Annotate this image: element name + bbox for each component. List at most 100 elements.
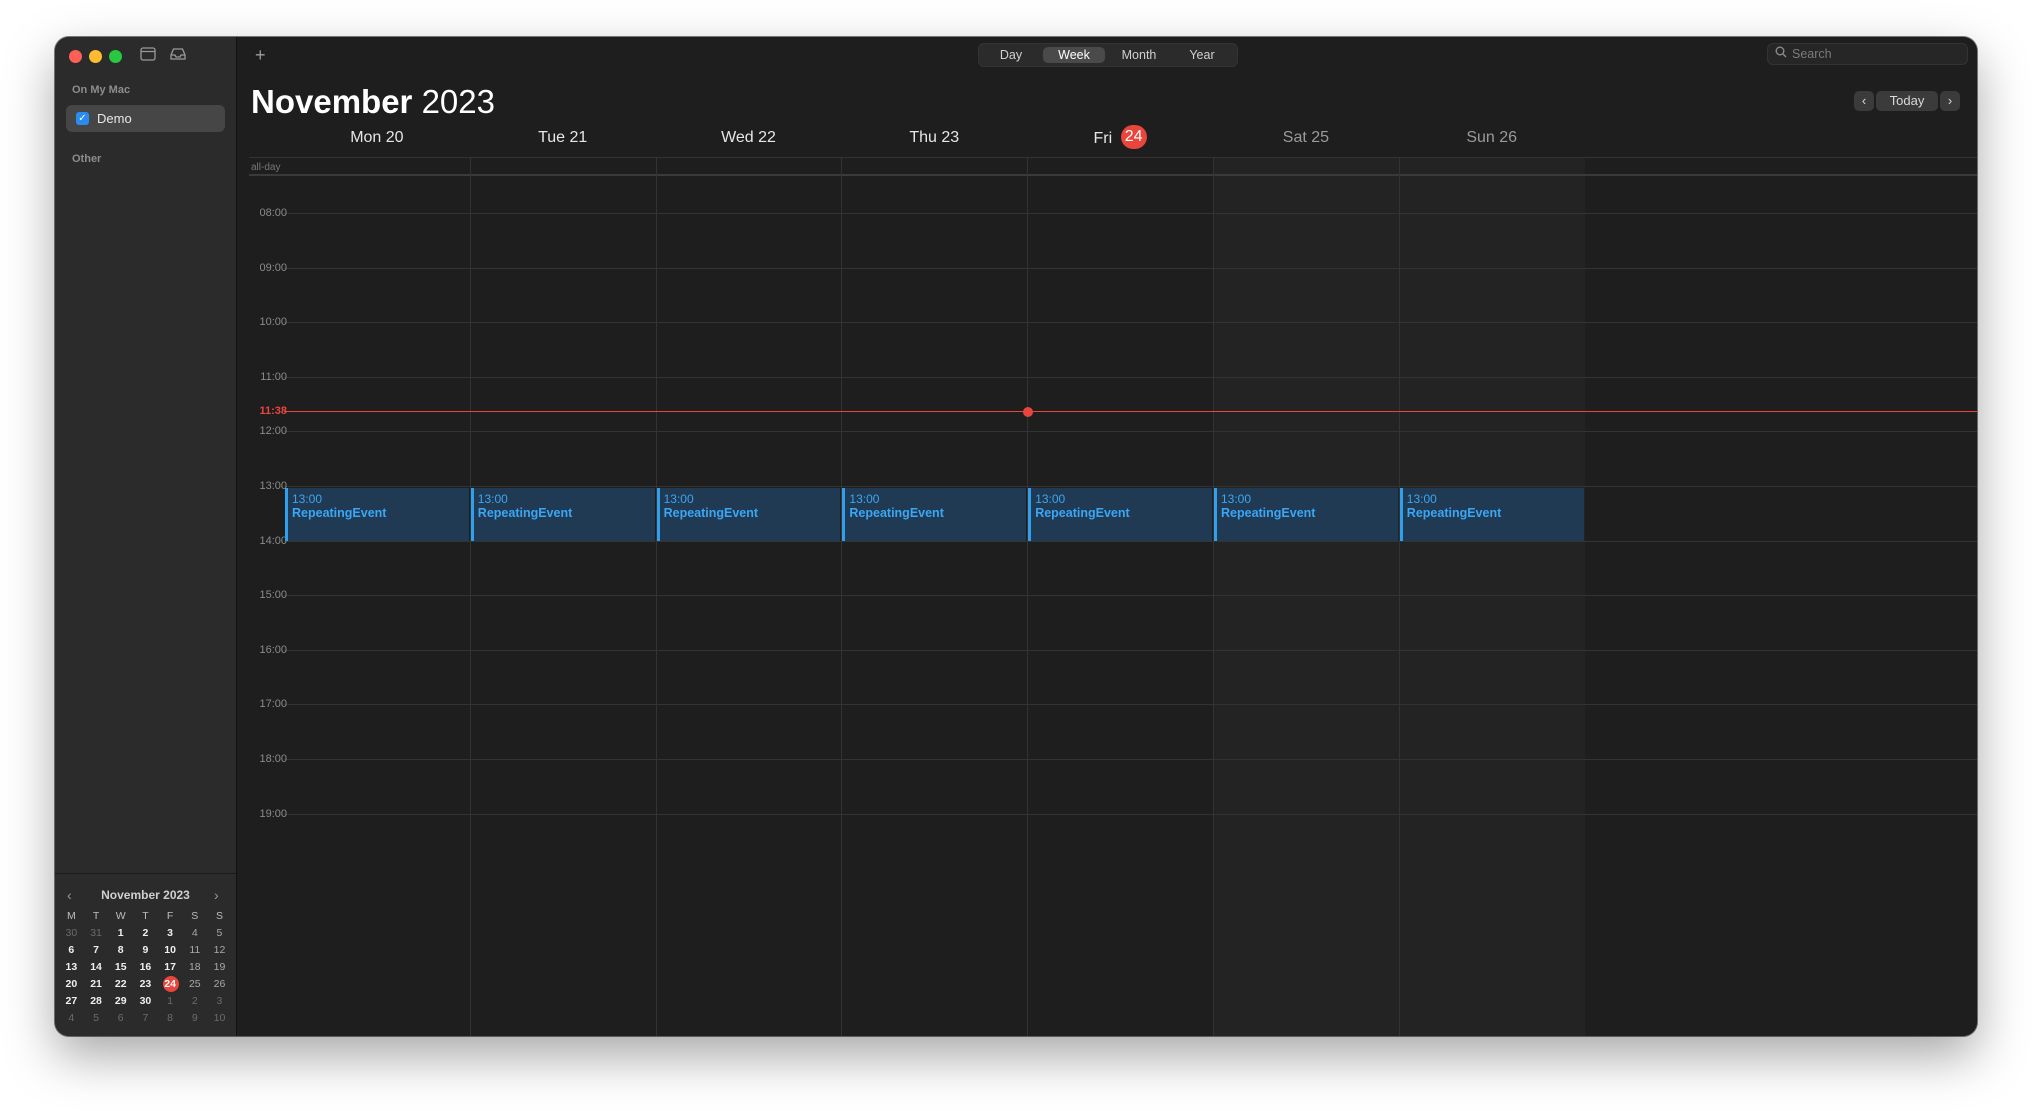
sidebar-divider: [55, 873, 236, 874]
day-header-mon[interactable]: Mon 20: [284, 129, 470, 149]
calendar-event[interactable]: 13:00 RepeatingEvent: [842, 488, 1027, 541]
mini-calendar-weekday: T: [142, 910, 149, 922]
close-window-button[interactable]: [69, 50, 82, 63]
week-grid[interactable]: 08:00 09:00 10:00 11:00 12:00 13:00 14:00 15:00…: [237, 157, 1977, 1036]
mini-calendar-day[interactable]: 6: [108, 1010, 133, 1027]
mini-calendar-next-icon[interactable]: ›: [214, 887, 219, 903]
hour-label: 09:00: [259, 261, 287, 274]
day-header-fri[interactable]: Fri 24: [1027, 125, 1213, 149]
day-header-thu[interactable]: Thu 23: [841, 129, 1027, 149]
mini-calendar-day[interactable]: 10: [207, 1010, 232, 1027]
mini-calendar-day[interactable]: 18: [182, 959, 207, 976]
mini-calendar-day[interactable]: 15: [108, 959, 133, 976]
current-time-line: [284, 411, 1977, 413]
day-header-date: 20: [385, 129, 404, 146]
day-header-sat[interactable]: Sat 25: [1213, 129, 1399, 149]
all-day-divider: [249, 174, 1977, 176]
mini-calendar-day[interactable]: 22: [108, 976, 133, 993]
mini-calendar-day[interactable]: 11: [182, 942, 207, 959]
event-time: 13:00: [477, 492, 508, 506]
chevron-right-icon[interactable]: ›: [1940, 91, 1960, 111]
mini-calendar-day[interactable]: 20: [59, 976, 84, 993]
mini-calendar-day[interactable]: 7: [84, 942, 109, 959]
calendar-checkbox[interactable]: ✓: [76, 112, 89, 125]
mini-calendar-day[interactable]: 5: [84, 1010, 109, 1027]
mini-calendar-day[interactable]: 7: [133, 1010, 158, 1027]
mini-calendar-day[interactable]: 14: [84, 959, 109, 976]
mini-calendar-day[interactable]: 16: [133, 959, 158, 976]
mini-calendar-day[interactable]: 31: [84, 925, 109, 942]
day-header-sun[interactable]: Sun 26: [1399, 129, 1585, 149]
mini-calendar-day[interactable]: 13: [59, 959, 84, 976]
mini-calendar-day[interactable]: 1: [108, 925, 133, 942]
day-header-wed[interactable]: Wed 22: [656, 129, 842, 149]
hour-gridline: [284, 595, 1977, 597]
mini-calendar-day[interactable]: 30: [133, 993, 158, 1010]
mini-calendar-day[interactable]: 29: [108, 993, 133, 1010]
main-view: + Day Week Month Year November 2023 ‹ To…: [237, 37, 1977, 1036]
sidebar-item-demo[interactable]: ✓ Demo: [66, 105, 225, 132]
calendar-event[interactable]: 13:00 RepeatingEvent: [656, 488, 841, 541]
minimize-window-button[interactable]: [89, 50, 102, 63]
day-header-date: 21: [569, 129, 588, 146]
mini-calendar-day[interactable]: 17: [158, 959, 183, 976]
mini-calendar-day[interactable]: 21: [84, 976, 109, 993]
calendar-event[interactable]: 13:00 RepeatingEvent: [1028, 488, 1212, 541]
mini-calendar-day[interactable]: 8: [158, 1010, 183, 1027]
mini-calendar-day[interactable]: 25: [182, 976, 207, 993]
mini-calendar-day[interactable]: 1: [158, 993, 183, 1010]
zoom-window-button[interactable]: [109, 50, 122, 63]
mini-calendar-day[interactable]: 2: [133, 925, 158, 942]
day-header-name: Mon: [350, 129, 386, 146]
view-week-button[interactable]: Week: [1043, 47, 1105, 63]
mini-calendar-day[interactable]: 3: [207, 993, 232, 1010]
view-year-button[interactable]: Year: [1173, 47, 1231, 63]
mini-calendar-day[interactable]: 10: [158, 942, 183, 959]
mini-calendar-day[interactable]: 26: [207, 976, 232, 993]
mini-calendar-day[interactable]: 23: [133, 976, 158, 993]
calendar-event[interactable]: 13:00 RepeatingEvent: [285, 488, 469, 541]
event-time: 13:00: [1035, 492, 1066, 506]
mini-calendar-day[interactable]: 19: [207, 959, 232, 976]
mini-calendar-weekday: F: [166, 910, 174, 922]
calendar-event[interactable]: 13:00 RepeatingEvent: [1399, 488, 1584, 541]
add-event-button[interactable]: +: [255, 45, 266, 66]
mini-calendar-day[interactable]: 8: [108, 942, 133, 959]
mini-calendar-day[interactable]: 30: [59, 925, 84, 942]
page-title: November 2023: [251, 83, 495, 121]
hour-label: 13:00: [259, 480, 287, 492]
mini-calendar-day[interactable]: 24: [158, 976, 183, 993]
mini-calendar-day[interactable]: 6: [59, 942, 84, 959]
search-icon: [1775, 46, 1787, 61]
view-month-button[interactable]: Month: [1109, 47, 1169, 63]
calendar-event[interactable]: 13:00 RepeatingEvent: [1214, 488, 1398, 541]
mini-calendar-day[interactable]: 27: [59, 993, 84, 1010]
search-input[interactable]: [1792, 46, 1957, 62]
hour-gridline: [284, 267, 1977, 269]
mini-calendar-day[interactable]: 5: [207, 925, 232, 942]
mini-calendar-day[interactable]: 4: [182, 925, 207, 942]
hour-gridline: [284, 486, 1977, 487]
hour-label: 16:00: [259, 643, 287, 656]
mini-calendar-day[interactable]: 4: [59, 1010, 84, 1027]
mini-calendar-day[interactable]: 12: [207, 942, 232, 959]
mini-calendar-day[interactable]: 2: [182, 993, 207, 1010]
today-button[interactable]: Today: [1876, 91, 1938, 111]
day-header-tue[interactable]: Tue 21: [470, 129, 656, 149]
mini-calendar-day[interactable]: 3: [158, 925, 183, 942]
mini-calendar-day[interactable]: 9: [133, 942, 158, 959]
event-title: RepeatingEvent: [292, 506, 387, 520]
day-header-date: 25: [1311, 129, 1330, 146]
calendar-list-icon[interactable]: [137, 47, 159, 65]
current-time-dot: [1023, 406, 1034, 417]
hour-label: 14:00: [259, 534, 287, 547]
search-field[interactable]: [1767, 43, 1968, 65]
hour-label: 15:00: [259, 589, 287, 602]
chevron-left-icon[interactable]: ‹: [1854, 91, 1874, 111]
view-day-button[interactable]: Day: [983, 47, 1039, 63]
mini-calendar-day[interactable]: 28: [84, 993, 109, 1010]
mini-calendar-day[interactable]: 9: [182, 1010, 207, 1027]
calendar-event[interactable]: 13:00 RepeatingEvent: [470, 488, 655, 541]
inbox-icon[interactable]: [167, 47, 189, 65]
hour-gridline: [284, 759, 1977, 760]
